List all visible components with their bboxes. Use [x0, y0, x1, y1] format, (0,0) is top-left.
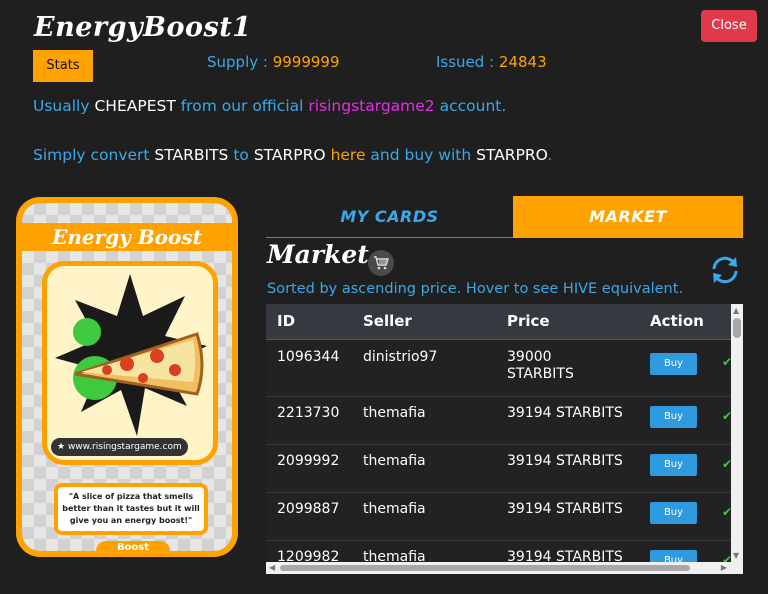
column-id: ID [277, 312, 296, 330]
listing-price: 39194 STARBITS [507, 405, 623, 421]
buy-button[interactable]: Buy [650, 406, 697, 428]
buy-button[interactable]: Buy [650, 454, 697, 476]
refresh-icon[interactable] [708, 253, 742, 287]
convert-note: Simply convert STARBITS to STARPRO here … [33, 146, 552, 164]
page-title: EnergyBoost1 [34, 12, 252, 43]
note-starpro: STARPRO [253, 146, 326, 164]
tab-my-cards[interactable]: MY CARDS [266, 196, 513, 238]
card-type-tag: Boost [96, 541, 170, 551]
vertical-scrollbar[interactable]: ▲ ▼ [731, 304, 743, 562]
column-price: Price [507, 312, 550, 330]
table-header: ID Seller Price Action [266, 304, 731, 340]
card-body: Energy Boost ★ www.risingstargame.com "A… [22, 203, 232, 551]
shopping-cart-icon [368, 250, 394, 276]
note-cheapest: CHEAPEST [94, 97, 176, 115]
site-badge: ★ www.risingstargame.com [51, 438, 188, 456]
card-description: "A slice of pizza that smells better tha… [54, 483, 208, 535]
column-seller: Seller [363, 312, 412, 330]
account-link[interactable]: risingstargame2 [308, 97, 434, 115]
listing-id: 2099992 [277, 453, 340, 469]
listing-id: 1096344 [277, 349, 340, 365]
card-title: Energy Boost [22, 223, 232, 251]
horizontal-scroll-thumb[interactable] [280, 565, 690, 571]
tab-market[interactable]: MARKET [513, 196, 743, 238]
stats-button[interactable]: Stats [33, 50, 93, 82]
buy-button[interactable]: Buy [650, 353, 697, 375]
supply-value: 9999999 [272, 53, 340, 71]
sort-note: Sorted by ascending price. Hover to see … [267, 281, 684, 297]
star-icon: ★ [57, 442, 68, 452]
listing-id: 2099887 [277, 501, 340, 517]
note-text: to [228, 146, 254, 164]
table-row: 1096344 dinistrio97 39000 STARBITS Buy ✔ [266, 341, 732, 397]
seller-name: themafia [363, 501, 426, 517]
energy-boost-card: Energy Boost ★ www.risingstargame.com "A… [16, 197, 238, 557]
note-starpro: STARPRO [476, 146, 548, 164]
note-text: Usually [33, 97, 95, 115]
close-button[interactable]: Close [701, 10, 757, 42]
scroll-down-icon[interactable]: ▼ [733, 551, 739, 560]
buy-button[interactable]: Buy [650, 502, 697, 524]
listing-price: 39194 STARBITS [507, 453, 623, 469]
cheapest-note: Usually CHEAPEST from our official risin… [33, 97, 506, 115]
note-starbits: STARBITS [154, 146, 229, 164]
table-row: 2099992 themafia 39194 STARBITS Buy ✔ [266, 445, 732, 493]
note-text: from our official [175, 97, 309, 115]
column-action: Action [650, 312, 704, 330]
issued-label: Issued : [436, 53, 499, 71]
site-url: www.risingstargame.com [67, 442, 182, 452]
seller-name: themafia [363, 453, 426, 469]
here-link[interactable]: here [331, 146, 366, 164]
market-table[interactable]: ID Seller Price Action 1096344 dinistrio… [266, 304, 743, 574]
seller-name: dinistrio97 [363, 349, 438, 365]
note-text: Simply convert [33, 146, 155, 164]
supply-info: Supply : 9999999 [207, 53, 340, 71]
note-text: . [547, 146, 553, 164]
horizontal-scrollbar[interactable]: ◀ ▶ [266, 562, 743, 574]
listing-price: 39194 STARBITS [507, 501, 623, 517]
card-artwork: ★ www.risingstargame.com [42, 261, 218, 465]
listing-price: 39000 STARBITS [507, 349, 574, 382]
vertical-scroll-thumb[interactable] [733, 318, 741, 338]
issued-info: Issued : 24843 [436, 53, 547, 71]
seller-name: themafia [363, 405, 426, 421]
scroll-up-icon[interactable]: ▲ [733, 306, 739, 315]
table-row: 2099887 themafia 39194 STARBITS Buy ✔ [266, 493, 732, 541]
note-text: and buy with [365, 146, 477, 164]
scroll-right-icon[interactable]: ▶ [721, 563, 727, 572]
pizza-illustration [55, 274, 207, 436]
listing-id: 2213730 [277, 405, 340, 421]
scroll-left-icon[interactable]: ◀ [269, 563, 275, 572]
market-heading: Market [267, 240, 369, 269]
supply-label: Supply : [207, 53, 273, 71]
note-text: account. [434, 97, 507, 115]
issued-value: 24843 [498, 53, 547, 71]
table-row: 2213730 themafia 39194 STARBITS Buy ✔ [266, 397, 732, 445]
